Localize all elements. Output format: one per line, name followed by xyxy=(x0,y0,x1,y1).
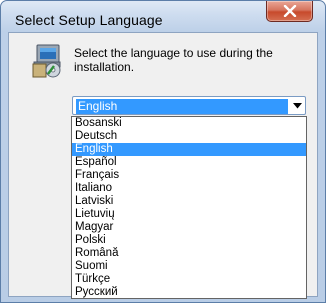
language-option[interactable]: Français xyxy=(72,169,306,182)
language-option[interactable]: English xyxy=(72,143,306,156)
language-option[interactable]: Română xyxy=(72,247,306,260)
language-dropdown-list[interactable]: Bosanski Deutsch English Español Français Ita… xyxy=(71,116,307,299)
language-option[interactable]: Lietuvių xyxy=(72,208,306,221)
close-icon xyxy=(283,5,297,17)
language-option[interactable]: Deutsch xyxy=(72,130,306,143)
instruction-text: Select the language to use during the in… xyxy=(74,46,273,74)
chevron-down-icon[interactable] xyxy=(293,103,302,109)
language-option[interactable]: Türkçe xyxy=(72,273,306,286)
language-option[interactable]: Suomi xyxy=(72,260,306,273)
language-option[interactable]: Español xyxy=(72,156,306,169)
language-option[interactable]: Polski xyxy=(72,234,306,247)
language-option[interactable]: Magyar xyxy=(72,221,306,234)
setup-language-window: Select Setup Language Select the languag… xyxy=(0,0,326,303)
language-option[interactable]: Latviski xyxy=(72,195,306,208)
close-button[interactable] xyxy=(266,1,313,22)
dialog-body: Select the language to use during the in… xyxy=(8,32,318,299)
language-option[interactable]: Italiano xyxy=(72,182,306,195)
language-combobox[interactable]: English xyxy=(72,96,306,115)
language-option[interactable]: Русский xyxy=(72,286,306,298)
language-option[interactable]: Bosanski xyxy=(72,117,306,130)
selected-language: English xyxy=(76,99,288,114)
setup-computer-icon xyxy=(32,44,61,78)
window-title: Select Setup Language xyxy=(15,12,163,28)
